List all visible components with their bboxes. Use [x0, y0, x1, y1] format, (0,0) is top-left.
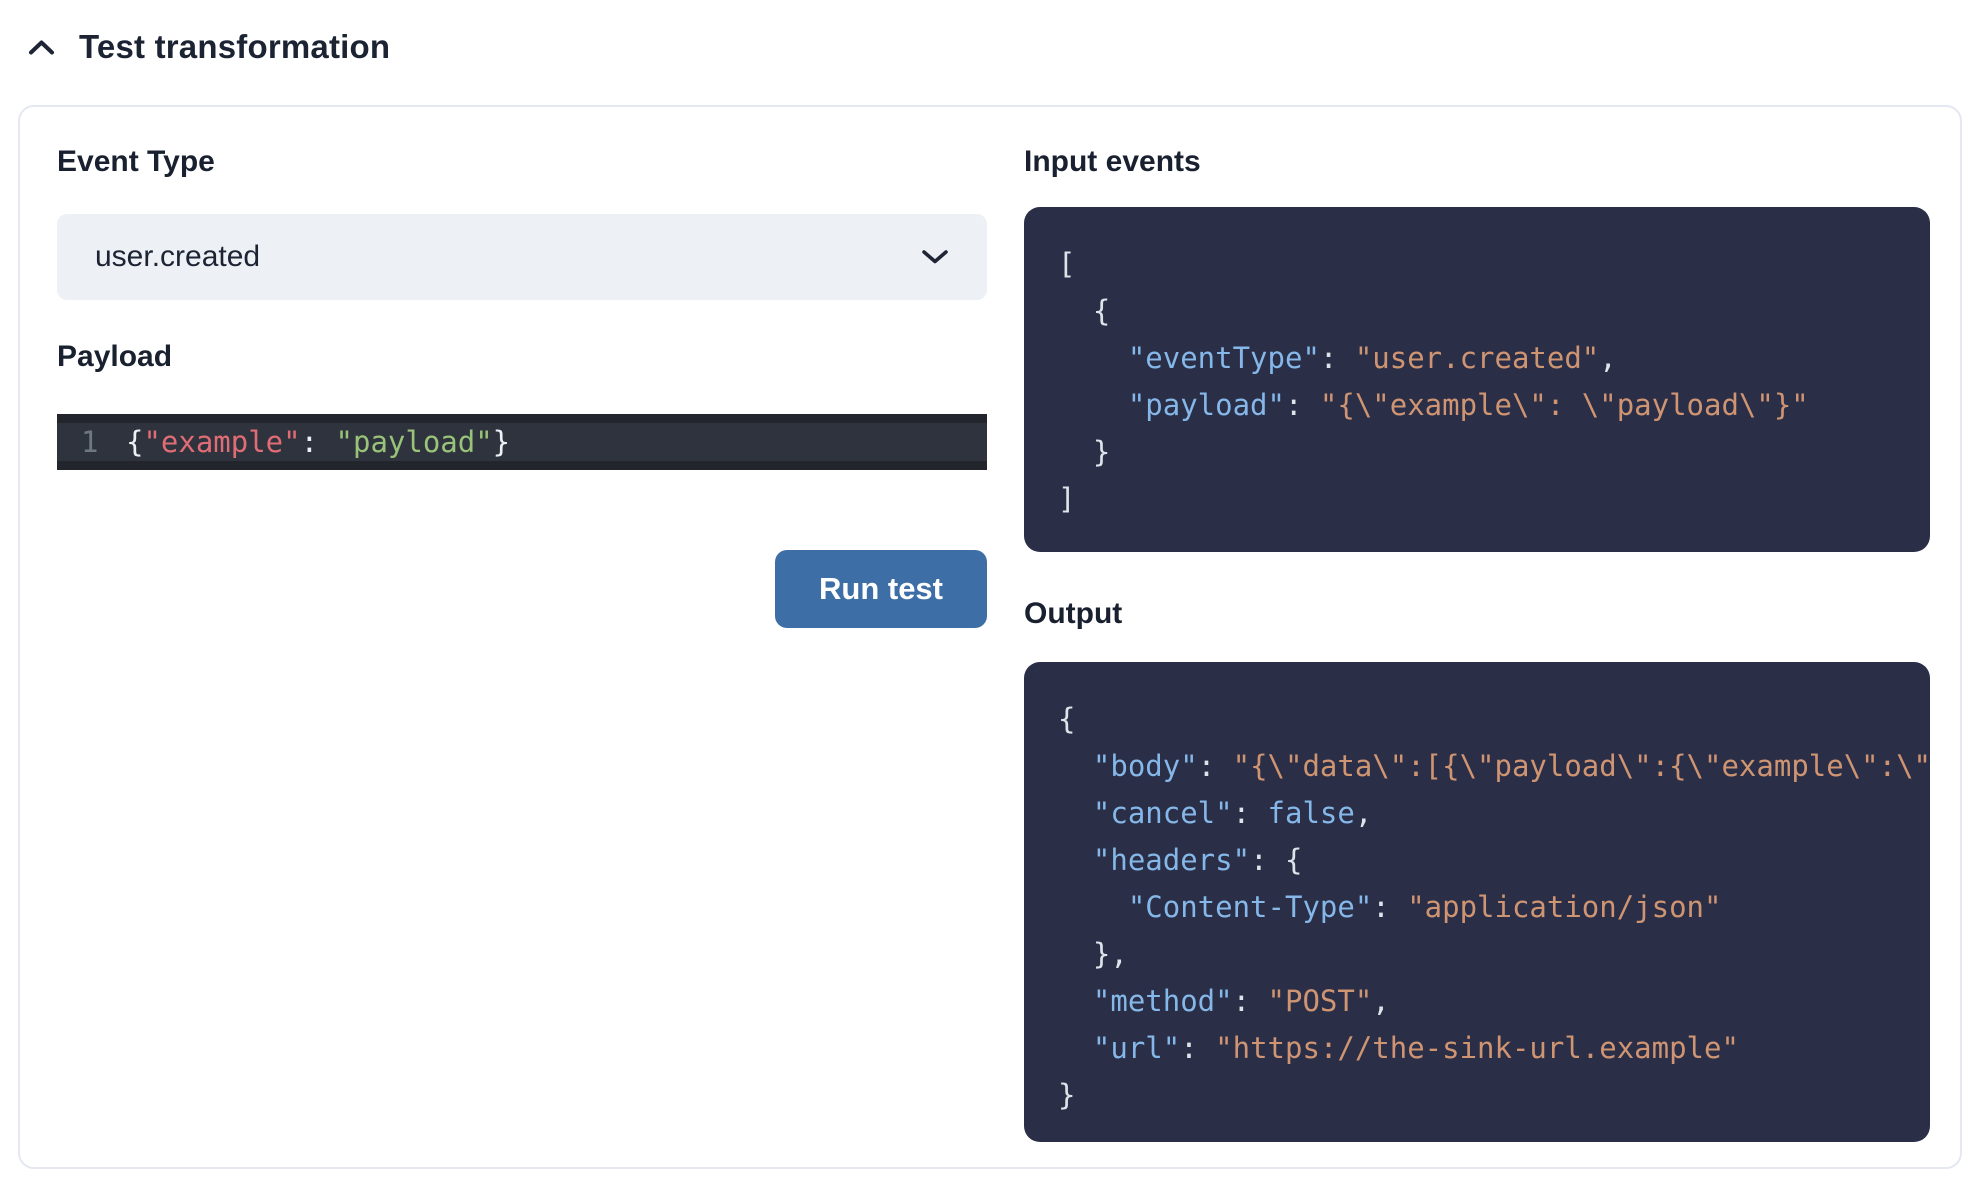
payload-label: Payload	[57, 340, 172, 374]
chevron-down-icon	[921, 249, 949, 265]
editor-line-number: 1	[57, 425, 126, 459]
input-events-label: Input events	[1024, 145, 1201, 179]
payload-code-editor[interactable]: 1 {"example": "payload"}	[57, 414, 987, 470]
chevron-up-icon	[28, 39, 55, 56]
event-type-selected-value: user.created	[95, 240, 260, 274]
editor-active-line: 1 {"example": "payload"}	[57, 423, 987, 461]
payload-code-content: {"example": "payload"}	[126, 423, 510, 461]
input-events-code-block: [ { "eventType": "user.created", "payloa…	[1024, 207, 1930, 552]
test-transformation-header[interactable]: Test transformation	[28, 28, 390, 66]
output-code-block: { "body": "{\"data\":[{\"payload\":{\"ex…	[1024, 662, 1930, 1142]
section-title: Test transformation	[79, 28, 390, 66]
event-type-select[interactable]: user.created	[57, 214, 987, 300]
output-label: Output	[1024, 597, 1122, 631]
run-test-button[interactable]: Run test	[775, 550, 987, 628]
test-transformation-panel: Event Type user.created Payload 1 {"exam…	[18, 105, 1962, 1169]
event-type-label: Event Type	[57, 145, 215, 179]
